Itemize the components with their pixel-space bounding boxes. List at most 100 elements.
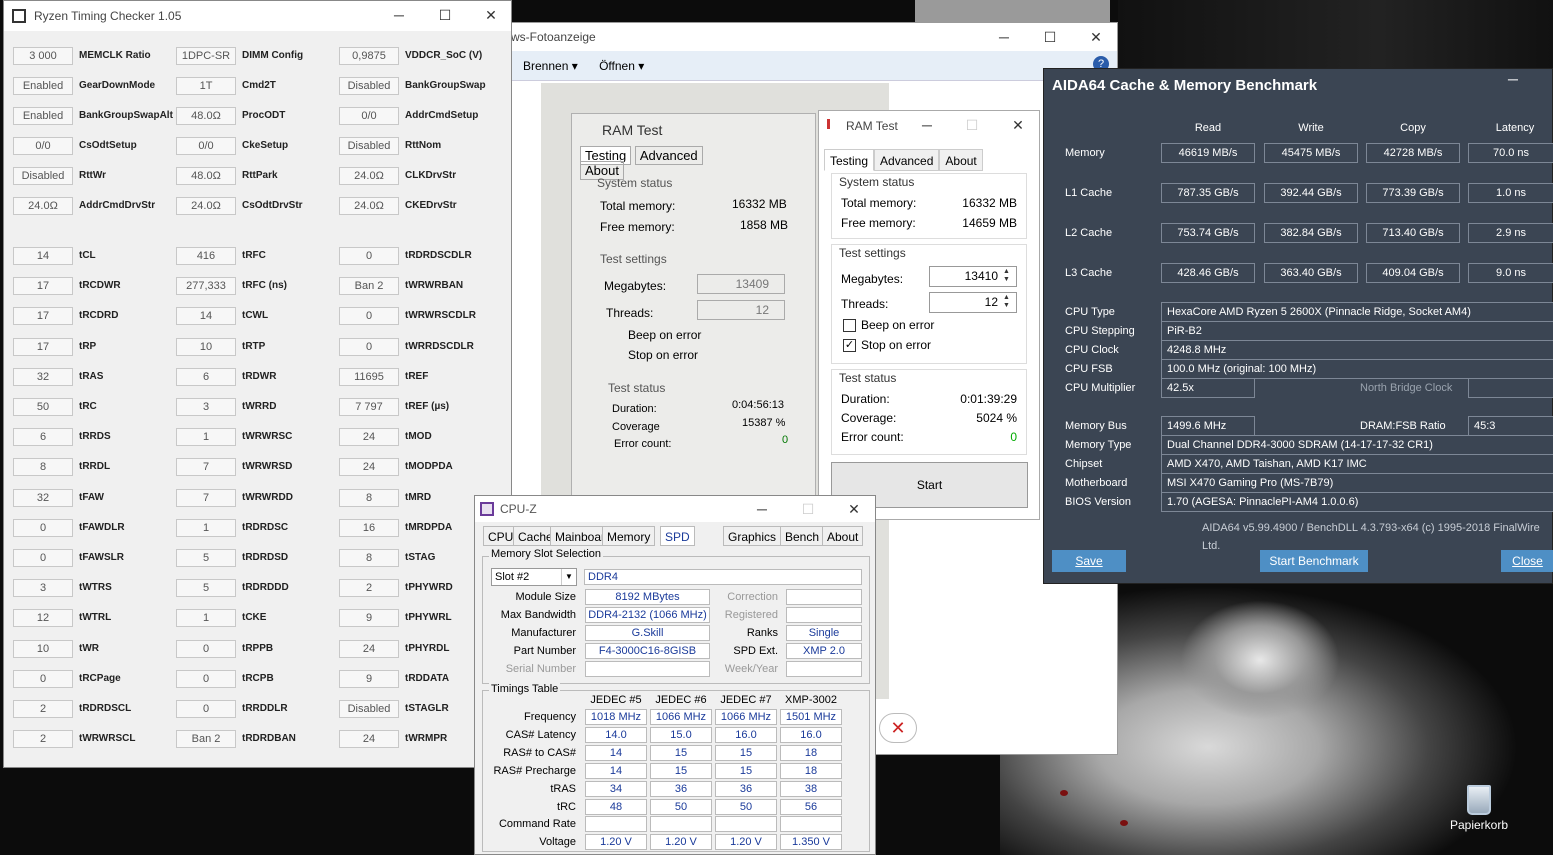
timing-column-header: XMP-3002 (785, 694, 837, 706)
chevron-down-icon[interactable]: ▼ (561, 569, 576, 585)
cpuz-tab-about[interactable]: About (822, 526, 864, 546)
rtc-label: tRDDATA (405, 672, 450, 684)
rtc-label: tRAS (79, 370, 104, 382)
maximize-button[interactable]: ☐ (949, 111, 995, 139)
aida-info-value: MSI X470 Gaming Pro (MS-7B79) (1161, 473, 1553, 493)
beep-checkbox[interactable] (843, 319, 856, 332)
rtc-label: CsOdtDrvStr (242, 200, 303, 211)
rtc-value-field: 50 (13, 398, 73, 416)
close-button[interactable]: ✕ (831, 496, 877, 522)
megabytes-stepper-icon[interactable]: ▲ ▼ (1003, 268, 1010, 284)
rtc-label: tRRDS (79, 431, 111, 443)
aida-footer: AIDA64 v5.99.4900 / BenchDLL 4.3.793-x64… (1202, 522, 1540, 552)
ramtest-window: RAM Test ─ ☐ ✕ Testing Advanced About Syst… (818, 110, 1040, 520)
photo-beep: Beep on error (628, 328, 702, 342)
aida-info-value: 100.0 MHz (original: 100 MHz) (1161, 359, 1553, 379)
photo-ramtest-tabs: Testing Advanced About (580, 146, 745, 180)
tab-advanced[interactable]: Advanced (874, 149, 940, 171)
system-status-label: System status (839, 175, 915, 189)
rtc-label: tWRWRBAN (405, 280, 464, 292)
spd-value-manufacturer: G.Skill (585, 625, 710, 641)
aida-result-value: 428.46 GB/s (1161, 263, 1255, 283)
tab-testing[interactable]: Testing (824, 149, 875, 171)
rtc-value-field: 0 (13, 549, 73, 567)
aida-row-label: L1 Cache (1065, 187, 1113, 199)
rtc-value-field: 6 (176, 367, 236, 386)
aida-title: AIDA64 Cache & Memory Benchmark (1052, 77, 1318, 94)
timing-value: 14 (585, 744, 647, 761)
maximize-button[interactable]: ☐ (1027, 23, 1073, 51)
error-count-value: 0 (1010, 430, 1017, 444)
menu-burn[interactable]: Brennen ▾ (523, 59, 578, 73)
rtc-label: tRRDDLR (242, 703, 288, 714)
minimize-button[interactable]: ─ (981, 23, 1027, 51)
close-button[interactable]: ✕ (468, 1, 514, 29)
close-button[interactable]: ✕ (995, 111, 1041, 139)
stop-label: Stop on error (861, 338, 932, 352)
wallpaper-art (1060, 790, 1068, 796)
total-memory-label: Total memory: (841, 196, 917, 210)
maximize-button[interactable]: ☐ (785, 496, 831, 522)
save-button[interactable]: Save (1052, 550, 1126, 572)
spd-label-registered_label: Registered (724, 609, 778, 621)
menu-open[interactable]: Öffnen ▾ (599, 59, 644, 73)
cpuz-tab-memory[interactable]: Memory (602, 526, 656, 546)
tab-about[interactable]: About (939, 149, 983, 171)
spd-label-correction_label: Correction (727, 591, 778, 603)
minimize-button[interactable]: ─ (904, 111, 950, 139)
aida-result-value: 713.40 GB/s (1366, 223, 1460, 243)
rtc-label: tFAWDLR (79, 521, 125, 533)
stop-checkbox[interactable]: ✓ (843, 339, 856, 352)
start-benchmark-button[interactable]: Start Benchmark (1260, 550, 1368, 572)
recycle-bin-desktop-icon[interactable]: Papierkorb (1448, 785, 1510, 832)
timing-row-label: Command Rate (498, 818, 576, 831)
timing-column-header: JEDEC #7 (720, 694, 772, 706)
cpuz-tab-graphics[interactable]: Graphics (723, 526, 782, 546)
timing-value: 1.20 V (585, 834, 647, 851)
minimize-button[interactable]: ─ (1508, 71, 1518, 87)
timings-label: Timings Table (489, 683, 561, 695)
rtc-label: CkeSetup (242, 140, 289, 151)
spd-value-serial (585, 661, 710, 677)
timing-value: 15 (650, 762, 712, 779)
rtc-value-field: 0 (176, 700, 236, 718)
spd-value-correction_label (786, 589, 862, 605)
rtc-value-field: 1 (176, 518, 236, 537)
rtc-value-field: 24.0Ω (13, 197, 73, 215)
rtc-value-field: 5 (176, 549, 236, 567)
minimize-button[interactable]: ─ (376, 1, 422, 29)
cpuz-tab-spd[interactable]: SPD (660, 526, 695, 546)
maximize-button[interactable]: ☐ (422, 1, 468, 29)
memory-slot-label: Memory Slot Selection (489, 548, 604, 560)
photo-stop: Stop on error (628, 348, 699, 362)
threads-stepper-icon[interactable]: ▲ ▼ (1003, 294, 1010, 310)
rtc-label: tPHYWRD (405, 582, 453, 594)
rtc-value-field: 0,9875 (339, 47, 399, 65)
aida-result-value: 2.9 ns (1468, 223, 1553, 243)
cpuz-tab-bench[interactable]: Bench (780, 526, 825, 546)
delete-icon[interactable]: ✕ (879, 713, 917, 743)
aida-row-label: Memory (1065, 147, 1105, 159)
rtc-value-field: 0 (13, 518, 73, 537)
rtc-value-field: 14 (176, 307, 236, 326)
photo-mb-value: 13409 (697, 274, 785, 294)
rtc-value-field: 2 (339, 579, 399, 598)
aida-result-value: 70.0 ns (1468, 143, 1553, 163)
ramtest-tabs: Testing Advanced About (824, 149, 983, 171)
aida-info-label: Memory Bus (1065, 420, 1127, 432)
close-button[interactable]: Close (1501, 550, 1553, 572)
aida-result-value: 42728 MB/s (1366, 143, 1460, 163)
photo-free-label: Free memory: (600, 220, 675, 234)
rtc-label: DIMM Config (242, 50, 304, 61)
minimize-button[interactable]: ─ (739, 496, 785, 522)
rtc-label: tRDRDBAN (242, 733, 296, 745)
timing-value: 1066 MHz (650, 709, 712, 725)
close-button[interactable]: ✕ (1073, 23, 1119, 51)
rtc-label: tRDRDSCL (79, 703, 132, 714)
rtc-value-field: 17 (13, 307, 73, 326)
rtc-label: GearDownMode (79, 80, 156, 91)
photo-duration-label: Duration: (612, 403, 657, 415)
rtc-value-field: 7 (176, 488, 236, 507)
rtc-value-field: 10 (176, 337, 236, 356)
rtc-value-field: 6 (13, 428, 73, 447)
